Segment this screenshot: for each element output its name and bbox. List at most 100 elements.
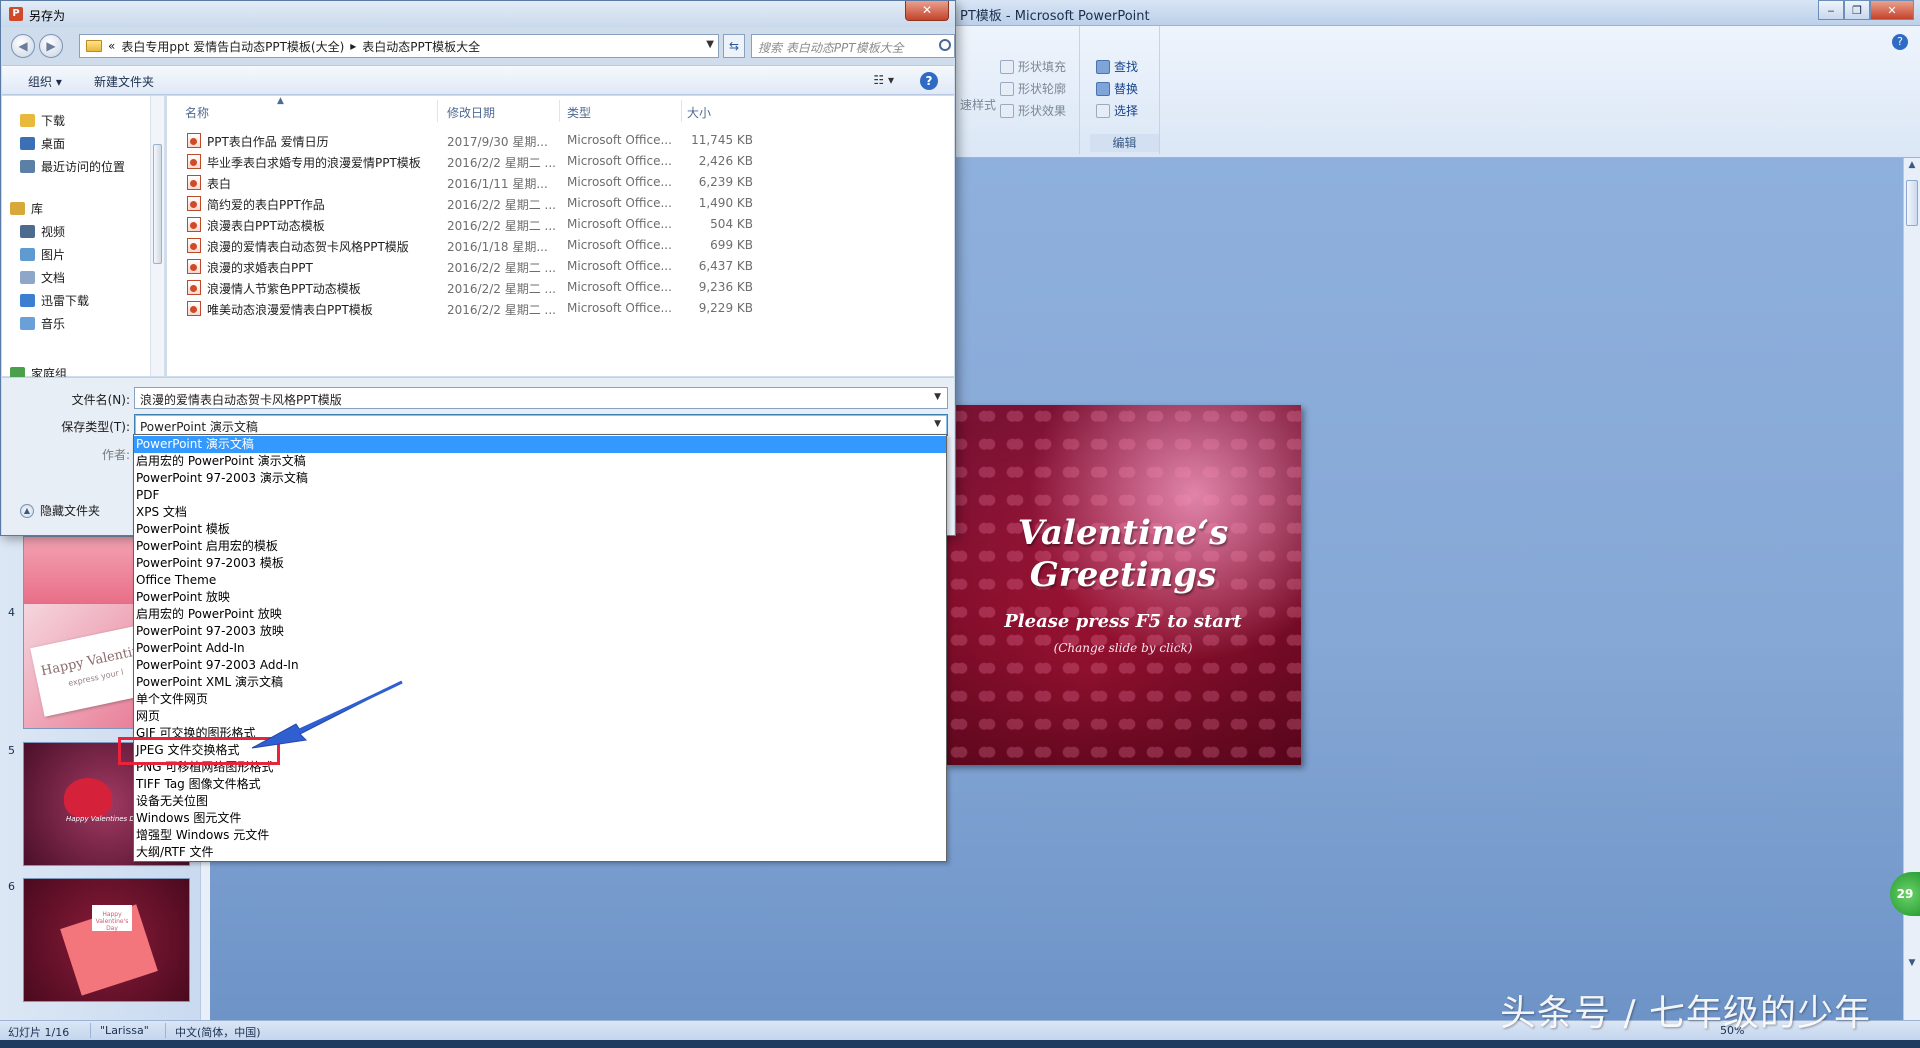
breadcrumb-segment[interactable]: 表白动态PPT模板大全 [362, 38, 480, 55]
maximize-button[interactable]: ❐ [1844, 0, 1870, 20]
file-name: 表白 [207, 177, 232, 191]
slide-thumbnail-6[interactable]: Happy Valentine's Day [23, 878, 190, 1002]
help-icon[interactable]: ? [920, 72, 938, 90]
chevron-down-icon[interactable]: ▼ [934, 392, 941, 402]
savetype-option[interactable]: Windows 图元文件 [134, 810, 946, 827]
slide-canvas[interactable]: Valentine‘s Greetings Please press F5 to… [945, 405, 1301, 765]
forward-button[interactable]: ▶ [39, 34, 63, 58]
file-row[interactable]: 浪漫情人节紫色PPT动态模板 2016/2/2 星期二 ... Microsoft … [167, 277, 954, 298]
breadcrumb-overflow[interactable]: « [108, 39, 115, 53]
savetype-option[interactable]: 增强型 Windows 元文件 [134, 827, 946, 844]
ribbon-help-icon[interactable]: ? [1892, 34, 1908, 50]
breadcrumb-separator-icon[interactable]: ▸ [350, 39, 356, 53]
view-options-icon[interactable]: ☷ ▾ [873, 73, 894, 87]
nav-item[interactable]: 桌面 [20, 132, 170, 154]
nav-item-label: 库 [31, 201, 44, 216]
nav-item[interactable]: 文档 [20, 266, 170, 288]
address-bar[interactable]: « 表白专用ppt 爱情告白动态PPT模板(大全) ▸ 表白动态PPT模板大全 … [79, 34, 719, 58]
shape-outline-button[interactable]: 形状轮廓 [1000, 80, 1066, 97]
shape-effects-button[interactable]: 形状效果 [1000, 102, 1066, 119]
savetype-option[interactable]: Office Theme [134, 572, 946, 589]
savetype-select[interactable]: PowerPoint 演示文稿 ▼ [134, 414, 948, 436]
replace-button[interactable]: 替换 [1096, 80, 1138, 97]
nav-item[interactable]: 音乐 [20, 312, 170, 334]
nav-item[interactable]: 视频 [20, 220, 170, 242]
nav-scroll-thumb[interactable] [153, 144, 162, 264]
savetype-option[interactable]: PowerPoint 97-2003 放映 [134, 623, 946, 640]
nav-item[interactable]: 库 [10, 197, 160, 219]
nav-scrollbar[interactable] [150, 96, 164, 376]
file-type: Microsoft Office... [567, 154, 672, 168]
find-button[interactable]: 查找 [1096, 58, 1138, 75]
organize-button[interactable]: 组织 ▾ [28, 73, 62, 90]
breadcrumb-segment[interactable]: 表白专用ppt 爱情告白动态PPT模板(大全) [121, 38, 344, 55]
minimize-button[interactable]: ‒ [1818, 0, 1844, 20]
savetype-option[interactable]: 设备无关位图 [134, 793, 946, 810]
savetype-option[interactable]: PowerPoint 演示文稿 [134, 436, 946, 453]
file-row[interactable]: 浪漫的求婚表白PPT 2016/2/2 星期二 ... Microsoft Offi… [167, 256, 954, 277]
column-type[interactable]: 类型 [567, 104, 591, 121]
file-row[interactable]: 浪漫的爱情表白动态贺卡风格PPT模版 2016/1/18 星期... Microso… [167, 235, 954, 256]
savetype-option[interactable]: PowerPoint 启用宏的模板 [134, 538, 946, 555]
select-button[interactable]: 选择 [1096, 102, 1138, 119]
savetype-option[interactable]: 启用宏的 PowerPoint 演示文稿 [134, 453, 946, 470]
savetype-option[interactable]: TIFF Tag 图像文件格式 [134, 776, 946, 793]
savetype-option[interactable]: PowerPoint 模板 [134, 521, 946, 538]
chevron-down-icon[interactable]: ▼ [706, 39, 714, 50]
hide-folders-button[interactable]: ▲ 隐藏文件夹 [20, 502, 100, 519]
savetype-option[interactable]: 网页 [134, 708, 946, 725]
scroll-down-icon[interactable]: ▼ [1906, 958, 1918, 972]
file-date: 2016/1/18 星期... [447, 240, 548, 254]
search-icon[interactable] [939, 39, 951, 51]
savetype-option[interactable]: 大纲/RTF 文件 [134, 844, 946, 861]
file-row[interactable]: 唯美动态浪漫爱情表白PPT模板 2016/2/2 星期二 ... Microsoft… [167, 298, 954, 319]
savetype-option[interactable]: PowerPoint 放映 [134, 589, 946, 606]
savetype-option[interactable]: PowerPoint 97-2003 模板 [134, 555, 946, 572]
savetype-option[interactable]: PowerPoint Add-In [134, 640, 946, 657]
search-input[interactable]: 搜索 表白动态PPT模板大全 [751, 34, 955, 58]
file-row[interactable]: PPT表白作品 爱情日历 2017/9/30 星期... Microsoft Off… [167, 130, 954, 151]
column-size[interactable]: 大小 [687, 104, 711, 121]
scroll-thumb[interactable] [1906, 180, 1918, 226]
savetype-option[interactable]: XPS 文档 [134, 504, 946, 521]
file-row[interactable]: 表白 2016/1/11 星期... Microsoft Office... 6,23… [167, 172, 954, 193]
back-button[interactable]: ◀ [11, 34, 35, 58]
column-divider[interactable] [437, 100, 438, 122]
status-language[interactable]: 中文(简体，中国) [175, 1024, 261, 1040]
file-name: 毕业季表白求婚专用的浪漫爱情PPT模板 [207, 156, 421, 170]
scroll-up-icon[interactable]: ▲ [1906, 160, 1918, 174]
nav-item[interactable]: 迅雷下载 [20, 289, 170, 311]
nav-item[interactable]: 最近访问的位置 [20, 155, 170, 177]
savetype-option[interactable]: PowerPoint 97-2003 演示文稿 [134, 470, 946, 487]
status-separator [165, 1023, 166, 1038]
savetype-option[interactable]: PDF [134, 487, 946, 504]
refresh-button[interactable]: ⇆ [723, 34, 745, 58]
file-row[interactable]: 毕业季表白求婚专用的浪漫爱情PPT模板 2016/2/2 星期二 ... Micro… [167, 151, 954, 172]
savetype-option[interactable]: 启用宏的 PowerPoint 放映 [134, 606, 946, 623]
savetype-option[interactable]: PowerPoint XML 演示文稿 [134, 674, 946, 691]
file-date: 2016/2/2 星期二 ... [447, 261, 556, 275]
file-date: 2016/1/11 星期... [447, 177, 548, 191]
column-divider[interactable] [559, 100, 560, 122]
shape-fill-button[interactable]: 形状填充 [1000, 58, 1066, 75]
quick-styles-button[interactable]: 速样式 [960, 96, 996, 113]
slide-subtitle: Please press F5 to start [1004, 611, 1242, 632]
column-name[interactable]: 名称 [185, 104, 209, 121]
file-row[interactable]: 浪漫表白PPT动态模板 2016/2/2 星期二 ... Microsoft Off… [167, 214, 954, 235]
savetype-option[interactable]: 单个文件网页 [134, 691, 946, 708]
column-divider[interactable] [681, 100, 682, 122]
file-type: Microsoft Office... [567, 301, 672, 315]
savetype-option[interactable]: PowerPoint 97-2003 Add-In [134, 657, 946, 674]
column-date[interactable]: 修改日期 [447, 104, 495, 121]
dialog-close-button[interactable]: ✕ [905, 1, 949, 21]
nav-item[interactable]: 图片 [20, 243, 170, 265]
filename-label: 文件名(N): [71, 393, 130, 407]
nav-item[interactable]: 下载 [20, 109, 170, 131]
new-folder-button[interactable]: 新建文件夹 [94, 73, 154, 90]
close-button[interactable]: ✕ [1870, 0, 1914, 20]
chevron-down-icon[interactable]: ▼ [934, 419, 941, 429]
ppt-file-icon [187, 259, 201, 274]
library-icon [10, 201, 25, 215]
filename-input[interactable]: 浪漫的爱情表白动态贺卡风格PPT模版 ▼ [134, 387, 948, 409]
file-row[interactable]: 简约爱的表白PPT作品 2016/2/2 星期二 ... Microsoft Off… [167, 193, 954, 214]
